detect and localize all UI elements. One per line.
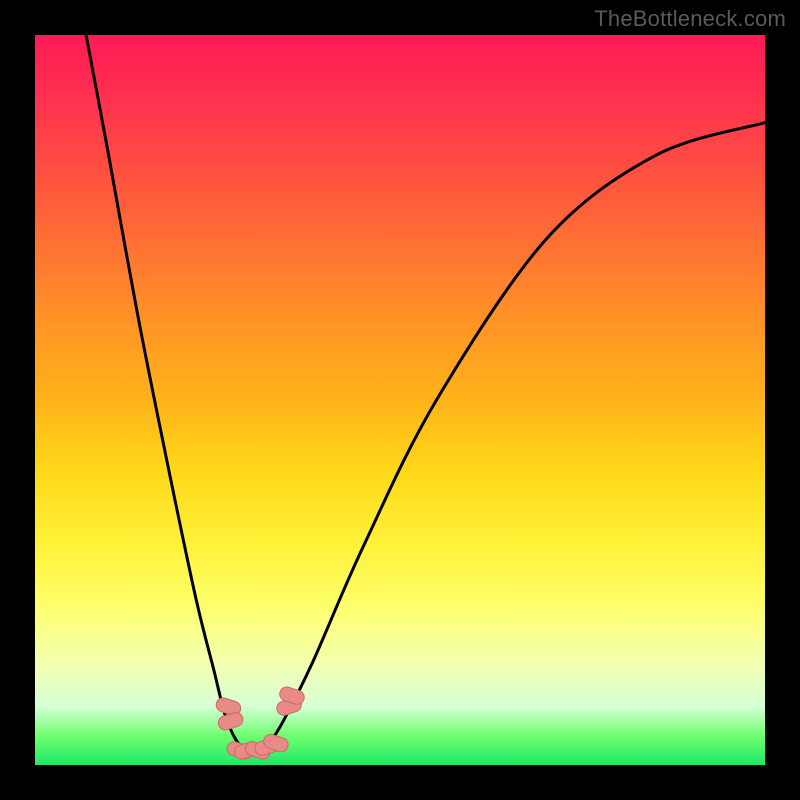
watermark-text: TheBottleneck.com xyxy=(594,6,786,32)
plot-area xyxy=(35,35,765,765)
chart-frame: TheBottleneck.com xyxy=(0,0,800,800)
marker xyxy=(223,705,233,708)
marker xyxy=(284,705,294,708)
marker xyxy=(225,720,235,723)
marker xyxy=(271,741,281,744)
marker xyxy=(287,694,297,697)
marker-group xyxy=(223,694,297,752)
bottleneck-curve xyxy=(86,35,765,752)
curve-layer xyxy=(35,35,765,765)
